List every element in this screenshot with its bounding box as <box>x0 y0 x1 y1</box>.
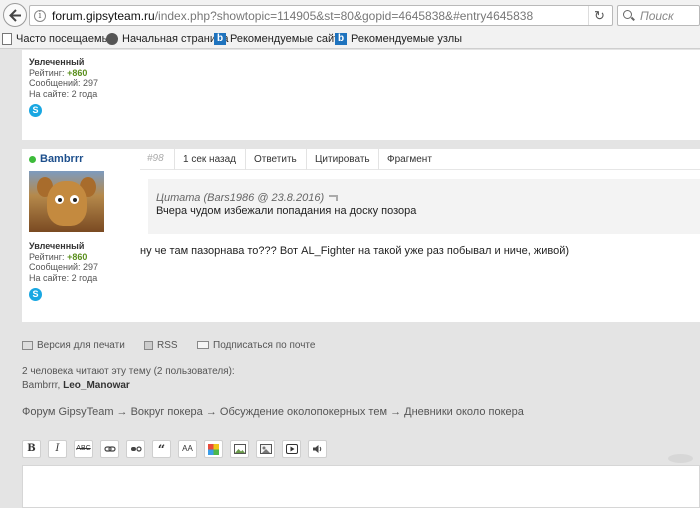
picture-icon <box>259 444 272 454</box>
author-stats: Увлеченный Рейтинг: +860 Сообщений: 297 … <box>29 241 98 283</box>
font-size-button[interactable]: AA <box>178 440 197 458</box>
rss-icon <box>144 340 153 350</box>
rating-label: Рейтинг: <box>29 67 65 78</box>
rss-label: RSS <box>157 340 178 351</box>
avatar-eye <box>55 195 64 204</box>
quote-button[interactable]: Цитировать <box>306 149 378 170</box>
search-icon <box>623 10 632 19</box>
print-label: Версия для печати <box>37 340 125 351</box>
bing-icon: b <box>214 33 226 46</box>
post-author-column: Bambrrr Увлеченный Рейтинг: +860 Сообщен… <box>22 149 140 322</box>
image-icon <box>233 444 246 454</box>
bookmark-most-visited[interactable]: Часто посещаемые <box>2 33 116 46</box>
readers-summary: 2 человека читают эту тему (2 пользовате… <box>22 366 235 377</box>
link-button[interactable] <box>100 440 119 458</box>
video-button[interactable] <box>282 440 301 458</box>
forum-page: Увлеченный Рейтинг: +860 Сообщений: 297 … <box>0 50 700 508</box>
rating-label: Рейтинг: <box>29 251 65 262</box>
link-icon <box>103 446 116 452</box>
quote-block: Цитата (Bars1986 @ 23.8.2016) Вчера чудо… <box>148 179 700 234</box>
bookmark-label: Рекомендуемые сайты <box>230 33 348 45</box>
reader-list: Bambrrr, Leo_Manowar <box>22 380 130 391</box>
bookmark-recommended-nodes[interactable]: b Рекомендуемые узлы <box>335 33 463 46</box>
author-on-site: На сайте: 2 года <box>29 88 98 99</box>
bookmark-start-page[interactable]: Начальная страница <box>106 33 229 46</box>
post-time[interactable]: 1 сек назад <box>174 149 244 170</box>
url-text[interactable]: forum.gipsyteam.ru/index.php?showtopic=1… <box>52 9 533 23</box>
strike-button[interactable]: ABC <box>74 440 93 458</box>
author-messages: Сообщений: 297 <box>29 262 99 272</box>
bookmark-label: Рекомендуемые узлы <box>351 33 463 45</box>
reader-name[interactable]: Bambrrr, <box>22 380 63 391</box>
fragment-button[interactable]: Фрагмент <box>378 149 440 170</box>
post-action-bar: #98 1 сек назад Ответить Цитировать Фраг… <box>140 149 700 170</box>
reader-name[interactable]: Leo_Manowar <box>63 380 130 391</box>
bookmark-label: Часто посещаемые <box>16 33 116 45</box>
unlink-button[interactable] <box>126 440 145 458</box>
firefox-icon <box>106 33 118 46</box>
mail-icon <box>197 341 209 350</box>
reply-button[interactable]: Ответить <box>245 149 305 170</box>
unlink-icon <box>130 446 142 452</box>
author-stats: Увлеченный Рейтинг: +860 Сообщений: 297 … <box>29 57 98 99</box>
author-role: Увлеченный <box>29 241 85 251</box>
quote-header: Цитата (Bars1986 @ 23.8.2016) <box>156 192 339 204</box>
quote-insert-button[interactable]: “ <box>152 440 171 458</box>
skype-icon[interactable]: S <box>29 104 42 117</box>
color-button[interactable] <box>204 440 223 458</box>
breadcrumb[interactable]: Форум GipsyTeam → Вокруг покера → Обсужд… <box>22 406 524 418</box>
page-icon <box>2 33 12 46</box>
bold-button[interactable]: B <box>22 440 41 458</box>
back-button[interactable] <box>3 3 27 27</box>
avatar-eye <box>70 195 79 204</box>
image-button[interactable] <box>230 440 249 458</box>
info-icon[interactable]: i <box>34 10 46 22</box>
search-placeholder: Поиск <box>640 9 674 23</box>
online-status-icon <box>29 156 36 163</box>
address-bar[interactable]: i forum.gipsyteam.ru/index.php?showtopic… <box>29 5 613 26</box>
post-number[interactable]: #98 <box>147 153 164 164</box>
author-role: Увлеченный <box>29 57 85 67</box>
forum-post: Bambrrr Увлеченный Рейтинг: +860 Сообщен… <box>22 149 700 322</box>
arrow-left-icon <box>9 9 21 22</box>
bookmarks-bar: Часто посещаемые Начальная страница b Рек… <box>0 31 700 49</box>
bing-icon: b <box>335 33 347 46</box>
author-on-site: На сайте: 2 года <box>29 272 98 283</box>
url-host: forum.gipsyteam.ru <box>52 9 155 23</box>
rating-value: +860 <box>67 251 88 262</box>
quote-link-icon[interactable] <box>329 195 339 202</box>
author-messages: Сообщений: 297 <box>29 78 99 88</box>
color-palette-icon <box>208 444 219 455</box>
quote-text: Вчера чудом избежали попадания на доску … <box>156 205 417 217</box>
post-username[interactable]: Bambrrr <box>40 153 83 165</box>
search-input[interactable]: Поиск <box>617 5 700 26</box>
rss-link[interactable]: RSS <box>144 340 178 351</box>
bookmark-label: Начальная страница <box>122 33 229 45</box>
printer-icon <box>22 340 33 350</box>
audio-button[interactable] <box>308 440 327 458</box>
avatar-face <box>47 181 87 226</box>
subscribe-link[interactable]: Подписаться по почте <box>197 340 315 351</box>
browser-toolbar: i forum.gipsyteam.ru/index.php?showtopic… <box>0 0 700 31</box>
rating-value: +860 <box>67 67 88 78</box>
avatar[interactable] <box>29 171 104 232</box>
print-version-link[interactable]: Версия для печати <box>22 340 125 351</box>
quote-source: Цитата (Bars1986 @ 23.8.2016) <box>156 192 325 204</box>
italic-button[interactable]: I <box>48 440 67 458</box>
previous-post: Увлеченный Рейтинг: +860 Сообщений: 297 … <box>22 50 700 140</box>
bookmark-recommended-sites[interactable]: b Рекомендуемые сайты <box>214 33 348 46</box>
editor-toolbar: B I ABC “ AA <box>22 440 700 460</box>
play-icon <box>285 444 298 454</box>
speaker-icon <box>312 445 321 453</box>
author-rating: Рейтинг: +860 <box>29 252 98 263</box>
url-path: /index.php?showtopic=114905&st=80&gopid=… <box>154 9 534 23</box>
skype-icon[interactable]: S <box>29 288 42 301</box>
post-body: ну че там пазорнава то??? Вот AL_Fighter… <box>140 245 570 257</box>
resize-handle[interactable] <box>668 454 693 463</box>
reload-icon[interactable]: ↻ <box>588 6 610 25</box>
subscribe-label: Подписаться по почте <box>213 340 316 351</box>
reply-textarea[interactable] <box>22 465 700 508</box>
author-rating: Рейтинг: +860 <box>29 68 98 79</box>
gallery-button[interactable] <box>256 440 275 458</box>
